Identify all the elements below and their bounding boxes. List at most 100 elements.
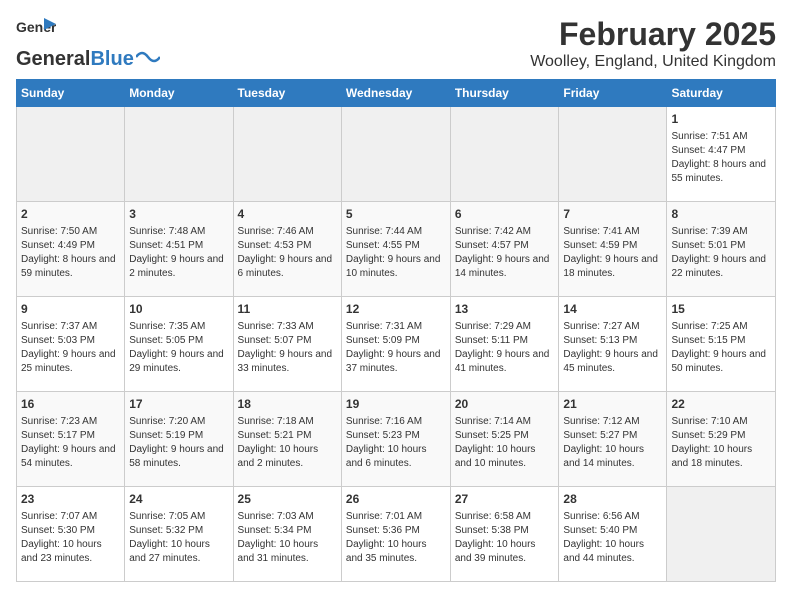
calendar-cell: [233, 107, 341, 202]
day-info: Sunrise: 7:18 AM Sunset: 5:21 PM Dayligh…: [238, 415, 337, 471]
weekday-header-thursday: Thursday: [450, 80, 559, 107]
calendar-cell: 23 Sunrise: 7:07 AM Sunset: 5:30 PM Dayli…: [17, 487, 125, 582]
day-number: 7: [563, 206, 662, 223]
weekday-header-wednesday: Wednesday: [341, 80, 450, 107]
calendar-cell: 27 Sunrise: 6:58 AM Sunset: 5:38 PM Dayli…: [450, 487, 559, 582]
day-info: Sunrise: 7:12 AM Sunset: 5:27 PM Dayligh…: [563, 415, 662, 471]
calendar-cell: 12 Sunrise: 7:31 AM Sunset: 5:09 PM Dayli…: [341, 297, 450, 392]
page-header: General General Blue February 2025 Wooll…: [16, 16, 776, 71]
calendar-cell: 20 Sunrise: 7:14 AM Sunset: 5:25 PM Dayli…: [450, 392, 559, 487]
day-number: 22: [671, 396, 771, 413]
day-info: Sunrise: 7:50 AM Sunset: 4:49 PM Dayligh…: [21, 225, 120, 281]
day-number: 4: [238, 206, 337, 223]
day-info: Sunrise: 7:48 AM Sunset: 4:51 PM Dayligh…: [129, 225, 228, 281]
day-number: 28: [563, 491, 662, 508]
calendar-cell: [125, 107, 233, 202]
calendar-cell: 2 Sunrise: 7:50 AM Sunset: 4:49 PM Daylig…: [17, 202, 125, 297]
calendar-cell: 25 Sunrise: 7:03 AM Sunset: 5:34 PM Dayli…: [233, 487, 341, 582]
day-number: 5: [346, 206, 446, 223]
day-number: 6: [455, 206, 555, 223]
day-number: 18: [238, 396, 337, 413]
weekday-header-monday: Monday: [125, 80, 233, 107]
calendar-cell: 24 Sunrise: 7:05 AM Sunset: 5:32 PM Dayli…: [125, 487, 233, 582]
day-number: 14: [563, 301, 662, 318]
day-number: 1: [671, 111, 771, 128]
day-number: 20: [455, 396, 555, 413]
day-info: Sunrise: 7:27 AM Sunset: 5:13 PM Dayligh…: [563, 320, 662, 376]
day-info: Sunrise: 7:05 AM Sunset: 5:32 PM Dayligh…: [129, 510, 228, 566]
day-info: Sunrise: 6:58 AM Sunset: 5:38 PM Dayligh…: [455, 510, 555, 566]
calendar-cell: 7Sunrise: 7:41 AM Sunset: 4:59 PM Daylig…: [559, 202, 667, 297]
day-number: 16: [21, 396, 120, 413]
day-number: 10: [129, 301, 228, 318]
day-info: Sunrise: 7:37 AM Sunset: 5:03 PM Dayligh…: [21, 320, 120, 376]
calendar-cell: [450, 107, 559, 202]
day-number: 24: [129, 491, 228, 508]
calendar-cell: 28 Sunrise: 6:56 AM Sunset: 5:40 PM Dayli…: [559, 487, 667, 582]
day-info: Sunrise: 7:14 AM Sunset: 5:25 PM Dayligh…: [455, 415, 555, 471]
day-number: 25: [238, 491, 337, 508]
calendar-cell: [559, 107, 667, 202]
day-info: Sunrise: 7:39 AM Sunset: 5:01 PM Dayligh…: [671, 225, 771, 281]
weekday-header-tuesday: Tuesday: [233, 80, 341, 107]
day-number: 23: [21, 491, 120, 508]
day-number: 3: [129, 206, 228, 223]
day-number: 9: [21, 301, 120, 318]
day-info: Sunrise: 7:07 AM Sunset: 5:30 PM Dayligh…: [21, 510, 120, 566]
day-info: Sunrise: 7:10 AM Sunset: 5:29 PM Dayligh…: [671, 415, 771, 471]
calendar-cell: 15 Sunrise: 7:25 AM Sunset: 5:15 PM Dayli…: [667, 297, 776, 392]
calendar-cell: 18 Sunrise: 7:18 AM Sunset: 5:21 PM Dayli…: [233, 392, 341, 487]
day-number: 26: [346, 491, 446, 508]
logo-blue: Blue: [90, 48, 133, 71]
calendar-cell: 8 Sunrise: 7:39 AM Sunset: 5:01 PM Daylig…: [667, 202, 776, 297]
calendar-cell: 14 Sunrise: 7:27 AM Sunset: 5:13 PM Dayli…: [559, 297, 667, 392]
calendar-cell: 13Sunrise: 7:29 AM Sunset: 5:11 PM Dayli…: [450, 297, 559, 392]
day-info: Sunrise: 7:44 AM Sunset: 4:55 PM Dayligh…: [346, 225, 446, 281]
day-number: 17: [129, 396, 228, 413]
day-number: 2: [21, 206, 120, 223]
day-number: 11: [238, 301, 337, 318]
calendar-table: SundayMondayTuesdayWednesdayThursdayFrid…: [16, 79, 776, 582]
day-number: 19: [346, 396, 446, 413]
calendar-cell: 6Sunrise: 7:42 AM Sunset: 4:57 PM Daylig…: [450, 202, 559, 297]
page-title: February 2025: [530, 16, 776, 53]
weekday-header-saturday: Saturday: [667, 80, 776, 107]
day-info: Sunrise: 7:01 AM Sunset: 5:36 PM Dayligh…: [346, 510, 446, 566]
calendar-cell: 22 Sunrise: 7:10 AM Sunset: 5:29 PM Dayli…: [667, 392, 776, 487]
day-number: 12: [346, 301, 446, 318]
calendar-cell: 26 Sunrise: 7:01 AM Sunset: 5:36 PM Dayli…: [341, 487, 450, 582]
day-info: Sunrise: 7:25 AM Sunset: 5:15 PM Dayligh…: [671, 320, 771, 376]
calendar-cell: [341, 107, 450, 202]
calendar-cell: 5 Sunrise: 7:44 AM Sunset: 4:55 PM Daylig…: [341, 202, 450, 297]
day-info: Sunrise: 7:46 AM Sunset: 4:53 PM Dayligh…: [238, 225, 337, 281]
day-number: 27: [455, 491, 555, 508]
day-info: Sunrise: 7:23 AM Sunset: 5:17 PM Dayligh…: [21, 415, 120, 471]
day-info: Sunrise: 7:33 AM Sunset: 5:07 PM Dayligh…: [238, 320, 337, 376]
calendar-cell: 10 Sunrise: 7:35 AM Sunset: 5:05 PM Dayli…: [125, 297, 233, 392]
day-info: Sunrise: 7:31 AM Sunset: 5:09 PM Dayligh…: [346, 320, 446, 376]
day-info: Sunrise: 7:35 AM Sunset: 5:05 PM Dayligh…: [129, 320, 228, 376]
calendar-cell: 19 Sunrise: 7:16 AM Sunset: 5:23 PM Dayli…: [341, 392, 450, 487]
day-number: 15: [671, 301, 771, 318]
calendar-cell: 16 Sunrise: 7:23 AM Sunset: 5:17 PM Dayli…: [17, 392, 125, 487]
day-info: Sunrise: 7:16 AM Sunset: 5:23 PM Dayligh…: [346, 415, 446, 471]
day-info: Sunrise: 7:20 AM Sunset: 5:19 PM Dayligh…: [129, 415, 228, 471]
calendar-cell: 21Sunrise: 7:12 AM Sunset: 5:27 PM Dayli…: [559, 392, 667, 487]
day-number: 13: [455, 301, 555, 318]
weekday-header-friday: Friday: [559, 80, 667, 107]
page-subtitle: Woolley, England, United Kingdom: [530, 53, 776, 71]
day-info: Sunrise: 7:51 AM Sunset: 4:47 PM Dayligh…: [671, 130, 771, 186]
logo: General General Blue: [16, 16, 160, 71]
calendar-cell: 9 Sunrise: 7:37 AM Sunset: 5:03 PM Daylig…: [17, 297, 125, 392]
calendar-cell: 4 Sunrise: 7:46 AM Sunset: 4:53 PM Daylig…: [233, 202, 341, 297]
day-number: 8: [671, 206, 771, 223]
title-block: February 2025 Woolley, England, United K…: [530, 16, 776, 71]
calendar-cell: [667, 487, 776, 582]
day-info: Sunrise: 6:56 AM Sunset: 5:40 PM Dayligh…: [563, 510, 662, 566]
calendar-cell: 17 Sunrise: 7:20 AM Sunset: 5:19 PM Dayli…: [125, 392, 233, 487]
calendar-cell: 3 Sunrise: 7:48 AM Sunset: 4:51 PM Daylig…: [125, 202, 233, 297]
day-info: Sunrise: 7:03 AM Sunset: 5:34 PM Dayligh…: [238, 510, 337, 566]
calendar-cell: 11 Sunrise: 7:33 AM Sunset: 5:07 PM Dayli…: [233, 297, 341, 392]
weekday-header-sunday: Sunday: [17, 80, 125, 107]
calendar-cell: [17, 107, 125, 202]
